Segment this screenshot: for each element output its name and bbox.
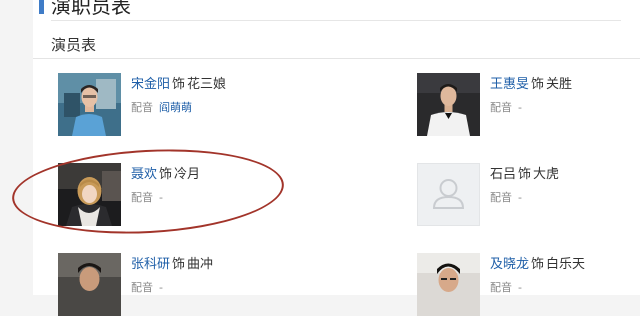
actor-photo[interactable] [417,253,480,316]
section-accent-bar [39,0,44,14]
voice-label: 配音 [131,101,153,114]
role-name: 花三娘 [187,77,227,92]
role-name: 白乐天 [546,257,586,272]
divider [51,20,621,21]
actor-name: 石吕 [490,167,517,182]
actor-name-link[interactable]: 张科研 [131,257,170,272]
voice-actor-placeholder: - [518,281,522,294]
as-label: 饰 [172,77,186,92]
cast-panel [33,0,640,295]
role-name: 大虎 [533,167,560,182]
role-name: 关胜 [546,77,573,92]
as-label: 饰 [518,167,532,182]
actor-photo[interactable] [417,73,480,136]
voice-actor-link[interactable]: 阎萌萌 [159,101,192,114]
cast-list-title: 演员表 [51,36,97,54]
actor-name-link[interactable]: 宋金阳 [131,77,170,92]
user-silhouette-icon [432,179,465,209]
role-name: 曲冲 [187,257,214,272]
section-title: 演职员表 [51,0,131,18]
voice-label: 配音 [131,281,153,294]
as-label: 饰 [172,257,186,272]
as-label: 饰 [531,77,545,92]
voice-actor-placeholder: - [159,281,163,294]
voice-actor-placeholder: - [518,101,522,114]
voice-label: 配音 [490,281,512,294]
divider [33,58,640,59]
actor-photo[interactable] [58,253,121,316]
voice-label: 配音 [490,191,512,204]
actor-name-link[interactable]: 王惠旻 [490,77,529,92]
voice-label: 配音 [490,101,512,114]
actor-name-link[interactable]: 及晓龙 [490,257,529,272]
as-label: 饰 [531,257,545,272]
actor-photo[interactable] [58,73,121,136]
actor-photo-placeholder[interactable] [417,163,480,226]
voice-actor-placeholder: - [518,191,522,204]
